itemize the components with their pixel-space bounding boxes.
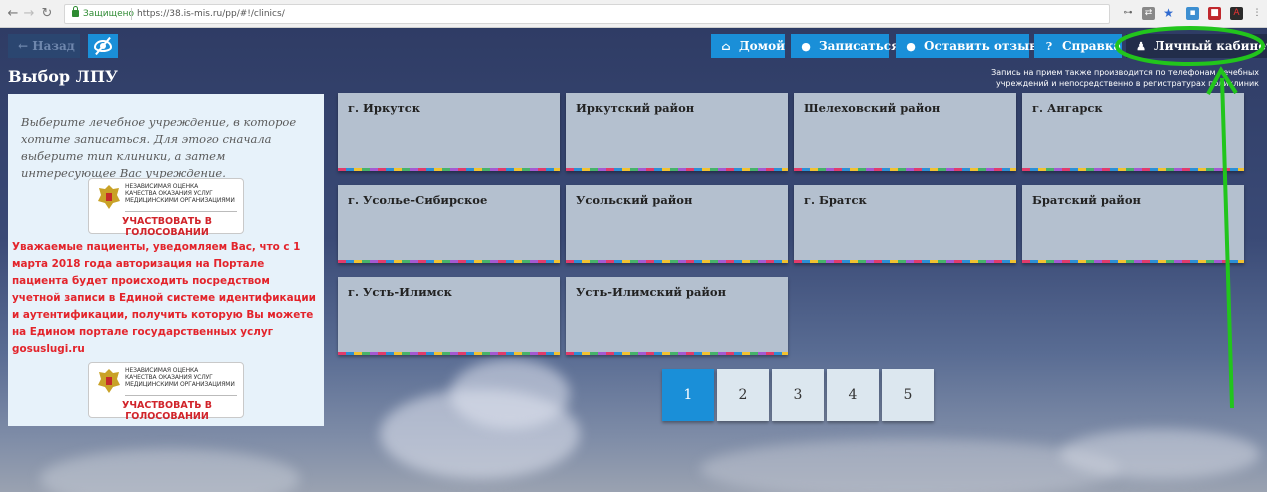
extension-icon[interactable]: ▪ [1186, 7, 1199, 20]
tile-stripe [566, 168, 788, 171]
vote-banner-text: НЕЗАВИСИМАЯ ОЦЕНКА КАЧЕСТВА ОКАЗАНИЯ УСЛ… [125, 183, 235, 204]
vote-line: НЕЗАВИСИМАЯ ОЦЕНКА [125, 183, 199, 190]
user-icon: ♟ [1136, 40, 1146, 53]
vote-line: НЕЗАВИСИМАЯ ОЦЕНКА [125, 367, 199, 374]
tile-stripe [1022, 168, 1244, 171]
extension-adobe-icon[interactable]: A [1230, 7, 1243, 20]
cabinet-label: Личный кабинет [1154, 39, 1267, 53]
region-tile-label: г. Усть-Илимск [348, 285, 452, 299]
phone-booking-note: Запись на прием также производится по те… [991, 68, 1259, 88]
accessibility-toggle-button[interactable] [88, 34, 118, 58]
intro-text: Выберите лечебное учреждение, в которое … [21, 115, 297, 180]
coat-of-arms-icon [98, 185, 120, 209]
vote-line: КАЧЕСТВА ОКАЗАНИЯ УСЛУГ [125, 374, 213, 381]
tile-stripe [794, 260, 1016, 263]
cloud-decoration [1060, 429, 1260, 479]
region-tile-label: г. Иркутск [348, 101, 421, 115]
browser-reload-icon[interactable]: ↻ [40, 6, 54, 22]
vote-divider [125, 211, 237, 212]
home-button[interactable]: ⌂ Домой [711, 34, 785, 58]
feedback-button[interactable]: ● Оставить отзыв [896, 34, 1037, 58]
info-panel: Выберите лечебное учреждение, в которое … [8, 94, 324, 426]
arrow-left-icon: ← [18, 39, 33, 53]
help-button[interactable]: ? Справка [1034, 34, 1122, 58]
tile-stripe [1022, 260, 1244, 263]
vote-line: МЕДИЦИНСКИМИ ОРГАНИЗАЦИЯМИ [125, 381, 235, 388]
home-label: Домой [739, 39, 786, 53]
vote-banner[interactable]: НЕЗАВИСИМАЯ ОЦЕНКА КАЧЕСТВА ОКАЗАНИЯ УСЛ… [88, 362, 244, 422]
cloud-decoration [450, 359, 570, 429]
region-tile-label: Иркутский район [576, 101, 695, 115]
region-tile[interactable]: г. Братск [794, 185, 1016, 263]
region-tile[interactable]: г. Усолье-Сибирское [338, 185, 560, 263]
personal-cabinet-button[interactable]: ♟ Личный кабинет [1126, 34, 1267, 58]
region-tile[interactable]: Иркутский район [566, 93, 788, 171]
region-tile-label: Усольский район [576, 193, 693, 207]
top-navigation: ← Назад ⌂ Домой ● Записаться ● Оставить отз… [0, 31, 1267, 61]
address-bar[interactable]: Защищено https://38.is-mis.ru/pp/#!/clin… [64, 4, 1110, 24]
help-label: Справка [1062, 39, 1122, 53]
region-tile[interactable]: Братский район [1022, 185, 1244, 263]
tile-stripe [338, 168, 560, 171]
page-5-button[interactable]: 5 [882, 369, 934, 421]
secure-label: Защищено [83, 9, 135, 19]
address-separator [131, 8, 132, 20]
region-tile[interactable]: г. Иркутск [338, 93, 560, 171]
vote-banner-text: НЕЗАВИСИМАЯ ОЦЕНКА КАЧЕСТВА ОКАЗАНИЯ УСЛ… [125, 367, 235, 388]
vote-line: КАЧЕСТВА ОКАЗАНИЯ УСЛУГ [125, 190, 213, 197]
back-label: Назад [32, 39, 75, 53]
page-4-button[interactable]: 4 [827, 369, 879, 421]
region-tile-label: г. Усолье-Сибирское [348, 193, 488, 207]
vote-button-label: УЧАСТВОВАТЬ В ГОЛОСОВАНИИ [122, 216, 212, 238]
tile-stripe [794, 168, 1016, 171]
region-tile-label: г. Ангарск [1032, 101, 1103, 115]
back-button[interactable]: ← Назад [8, 34, 80, 58]
browser-menu-icon[interactable]: ⋮ [1252, 7, 1262, 20]
tile-stripe [338, 352, 560, 355]
coat-of-arms-icon [98, 369, 120, 393]
chat-bubble-icon: ● [801, 40, 811, 53]
region-tile-label: г. Братск [804, 193, 867, 207]
lock-icon [72, 6, 79, 17]
region-tile[interactable]: г. Ангарск [1022, 93, 1244, 171]
extension-pdf-icon[interactable]: ■ [1208, 7, 1221, 20]
signup-label: Записаться [819, 39, 900, 53]
region-tile-label: Шелеховский район [804, 101, 941, 115]
page-3-button[interactable]: 3 [772, 369, 824, 421]
browser-forward-icon[interactable]: → [22, 6, 36, 22]
key-icon[interactable]: ⊶ [1118, 7, 1138, 20]
region-tile[interactable]: Усольский район [566, 185, 788, 263]
region-tile-label: Усть-Илимский район [576, 285, 727, 299]
page-title: Выбор ЛПУ [8, 67, 118, 86]
vote-divider [125, 395, 237, 396]
region-tile[interactable]: г. Усть-Илимск [338, 277, 560, 355]
home-icon: ⌂ [721, 40, 731, 53]
question-icon: ? [1045, 40, 1053, 53]
tile-stripe [566, 260, 788, 263]
vote-banner[interactable]: НЕЗАВИСИМАЯ ОЦЕНКА КАЧЕСТВА ОКАЗАНИЯ УСЛ… [88, 178, 244, 238]
page-background: ← Назад ⌂ Домой ● Записаться ● Оставить отз… [0, 29, 1267, 492]
browser-toolbar: ← → ↻ Защищено https://38.is-mis.ru/pp/#… [0, 0, 1267, 28]
vote-button-label: УЧАСТВОВАТЬ В ГОЛОСОВАНИИ [122, 400, 212, 422]
url-text: https://38.is-mis.ru/pp/#!/clinics/ [137, 9, 285, 19]
feedback-label: Оставить отзыв [924, 39, 1038, 53]
star-icon[interactable]: ★ [1162, 7, 1175, 20]
browser-back-icon[interactable]: ← [6, 6, 20, 22]
esia-notice: Уважаемые пациенты, уведомляем Вас, что … [12, 241, 316, 355]
tile-stripe [338, 260, 560, 263]
signup-button[interactable]: ● Записаться [791, 34, 900, 58]
page-2-button[interactable]: 2 [717, 369, 769, 421]
page-1-button[interactable]: 1 [662, 369, 714, 421]
vote-line: МЕДИЦИНСКИМИ ОРГАНИЗАЦИЯМИ [125, 197, 235, 204]
cloud-decoration [700, 439, 1120, 492]
region-tile-label: Братский район [1032, 193, 1141, 207]
cloud-decoration [40, 449, 300, 492]
region-tile[interactable]: Шелеховский район [794, 93, 1016, 171]
chat-bubble-icon: ● [906, 40, 916, 53]
region-tile[interactable]: Усть-Илимский район [566, 277, 788, 355]
translate-icon[interactable]: ⇄ [1142, 7, 1155, 20]
tile-stripe [566, 352, 788, 355]
